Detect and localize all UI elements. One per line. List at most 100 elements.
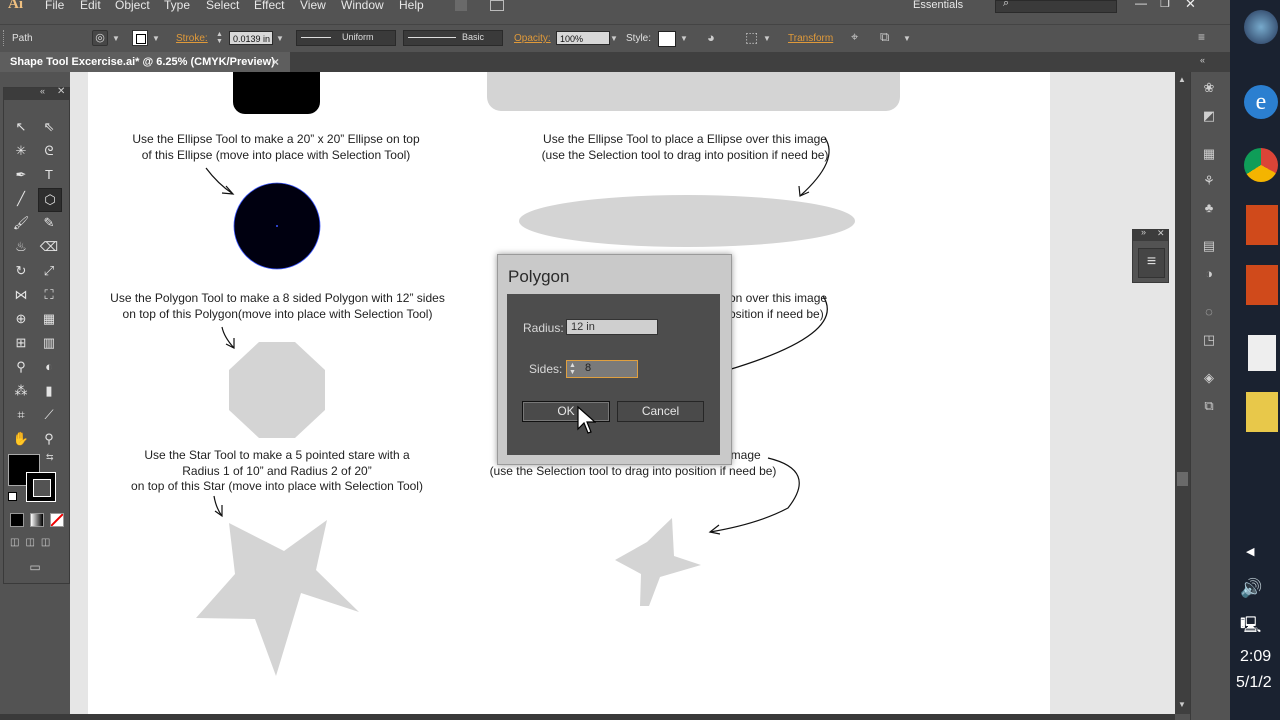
pen-tool-icon[interactable]: ✒ [10,164,32,186]
start-button-icon[interactable] [1244,10,1278,44]
swatches-icon[interactable]: ▦ [1200,146,1218,162]
close-panel-icon[interactable]: ✕ [57,86,65,97]
opacity-input[interactable]: 100% [556,31,610,45]
chrome-icon[interactable] [1244,148,1278,182]
vertical-scrollbar[interactable]: ▲ ▼ [1175,72,1190,714]
arrange-documents-icon[interactable] [490,0,504,11]
menu-effect[interactable]: Effect [254,0,284,12]
zoom-tool-icon[interactable]: ⚲ [38,428,60,450]
folder-icon[interactable] [1246,392,1278,432]
none-mode-icon[interactable] [50,513,64,527]
eyedropper-tool-icon[interactable]: ⚲ [10,356,32,378]
artboards-icon[interactable]: ⧉ [1200,398,1218,414]
clock-time[interactable]: 2:09 [1240,648,1271,666]
menu-edit[interactable]: Edit [80,0,101,12]
opacity-label[interactable]: Opacity: [514,33,551,44]
mesh-tool-icon[interactable]: ⊞ [10,332,32,354]
arrange-icon[interactable]: ⧉ [880,29,889,45]
close-window-icon[interactable]: ✕ [1185,0,1196,12]
recolor-artwork-icon[interactable]: ◕ [707,30,715,45]
search-help-input[interactable] [995,0,1117,13]
gradient-tool-icon[interactable]: ▥ [38,332,60,354]
isolate-object-icon[interactable]: ⌖ [851,29,858,45]
chevron-down-icon[interactable]: ▼ [112,34,120,43]
scale-tool-icon[interactable]: ⤢ [38,260,60,282]
brush-definition-dropdown[interactable]: Basic [403,30,503,46]
hand-tool-icon[interactable]: ✋ [10,428,32,450]
layers-icon[interactable]: ◈ [1200,370,1218,386]
menu-object[interactable]: Object [115,0,150,12]
menu-type[interactable]: Type [164,0,190,12]
gray-ellipse-shape[interactable] [519,195,855,247]
width-tool-icon[interactable]: ⋈ [10,284,32,306]
chevron-down-icon[interactable]: ▼ [276,34,284,43]
cancel-button[interactable]: Cancel [617,401,704,422]
gray-octagon-shape[interactable] [229,342,325,438]
menu-select[interactable]: Select [206,0,239,12]
close-panel-icon[interactable]: ✕ [1157,228,1165,239]
chevron-down-icon[interactable]: ▼ [152,34,160,43]
stepper-icon[interactable]: ▲ ▼ [569,362,576,376]
column-graph-tool-icon[interactable]: ▮ [38,380,60,402]
gradient-panel-icon[interactable]: ◑ [1200,266,1218,282]
shape-builder-tool-icon[interactable]: ⊕ [10,308,32,330]
scroll-up-icon[interactable]: ▲ [1178,75,1186,84]
calendar-icon[interactable] [1248,335,1276,371]
panel-menu-icon[interactable]: ≡ [1198,30,1205,44]
pencil-tool-icon[interactable]: ✎ [38,212,60,234]
stroke-weight-input[interactable]: 0.0139 in [229,31,273,45]
document-tab[interactable]: Shape Tool Excercise.ai* @ 6.25% (CMYK/P… [0,52,290,72]
variable-width-profile-dropdown[interactable]: Uniform [296,30,396,46]
stroke-panel-icon[interactable]: ▤ [1200,238,1218,254]
black-ellipse-shape[interactable] [233,182,321,270]
chevron-down-icon[interactable]: ▼ [903,34,911,43]
direct-selection-tool-icon[interactable]: ⇖ [38,116,60,138]
blob-brush-tool-icon[interactable]: ♨ [10,236,32,258]
transform-link[interactable]: Transform [788,33,833,44]
restore-icon[interactable]: ❐ [1160,0,1170,10]
symbol-sprayer-tool-icon[interactable]: ⁂ [10,380,32,402]
expand-icon[interactable]: » [1141,227,1146,237]
gray-small-star-shape[interactable] [615,518,701,606]
rotate-tool-icon[interactable]: ↻ [10,260,32,282]
show-hidden-icons-icon[interactable]: ◀ [1246,545,1254,558]
selection-tool-icon[interactable]: ↖ [10,116,32,138]
fill-color-icon[interactable]: ◎ [92,30,108,46]
lasso-tool-icon[interactable]: ᘓ [38,140,60,162]
chevron-down-icon[interactable]: ▼ [680,34,688,43]
menu-window[interactable]: Window [341,0,384,12]
type-tool-icon[interactable]: T [38,164,60,186]
powerpoint-icon[interactable] [1246,205,1278,245]
chevron-down-icon[interactable]: ▼ [610,34,618,43]
minimize-icon[interactable]: — [1135,0,1147,10]
clock-date[interactable]: 5/1/2 [1236,674,1272,692]
menu-view[interactable]: View [300,0,326,12]
workspace-switcher[interactable]: Essentials [913,0,963,11]
gradient-mode-icon[interactable] [30,513,44,527]
artboard-tool-icon[interactable]: ⌗ [10,404,32,426]
menu-file[interactable]: File [45,0,64,12]
screen-mode-icon[interactable]: ▭ [24,560,46,574]
color-mode-icon[interactable] [10,513,24,527]
polygon-tool-icon[interactable]: ⬡ [38,188,62,212]
align-icon[interactable]: ⬚ [745,29,758,46]
chevron-down-icon[interactable]: ▼ [763,34,771,43]
close-tab-icon[interactable]: × [272,55,279,69]
panel-menu-icon[interactable]: ≡ [1138,248,1165,278]
graphic-style-swatch[interactable] [658,31,676,47]
sides-input-wrapper[interactable]: ▲ ▼ 8 [566,360,638,378]
network-icon[interactable]: 🖳 [1240,614,1261,641]
gray-large-star-shape[interactable] [196,520,359,676]
sides-input[interactable]: 8 [585,362,591,374]
radius-input[interactable]: 12 in [566,319,658,335]
stepper-icon[interactable]: ▲ ▼ [216,31,223,45]
brushes-icon[interactable]: ⚘ [1200,173,1218,189]
slice-tool-icon[interactable]: ⟋ [38,404,60,426]
scroll-down-icon[interactable]: ▼ [1178,700,1186,709]
collapse-icon[interactable]: « [40,86,45,96]
swap-fill-stroke-icon[interactable]: ⇆ [46,452,54,463]
color-panel-icon[interactable]: ❀ [1200,80,1218,96]
menu-help[interactable]: Help [399,0,424,12]
collapsed-panel-header[interactable]: » ✕ [1133,227,1168,241]
collapse-dock-icon[interactable]: « [1200,55,1205,65]
